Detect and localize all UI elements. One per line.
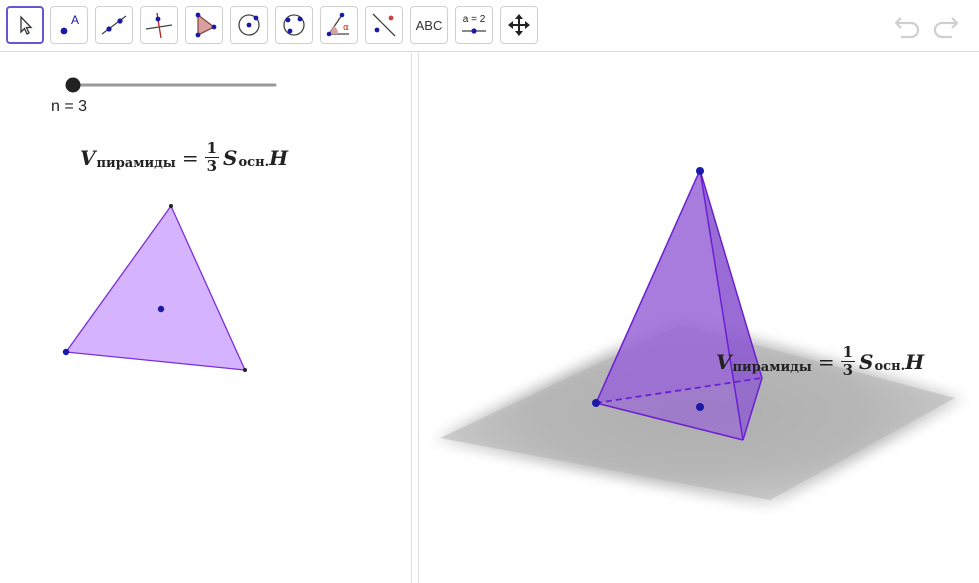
svg-text:α: α [343,23,349,33]
angle-tool-button[interactable]: α [320,6,358,44]
graphics-view-3d[interactable] [419,53,979,583]
svg-text:A: A [71,13,79,27]
reflect-about-line-icon [372,13,396,37]
polygon-tool-button[interactable] [185,6,223,44]
base-vertex-point [592,399,600,407]
circle-tool-button[interactable] [230,6,268,44]
slider-label: n = 3 [51,98,88,115]
text-tool-button[interactable]: ABC [410,6,448,44]
volume-formula-3d: Vпирамиды = 13 Sосн. H [716,343,925,379]
move-tool-button[interactable] [6,6,44,44]
undo-icon[interactable] [893,12,923,40]
graphics-view-2d[interactable] [0,53,411,583]
n-slider[interactable] [60,74,280,96]
circle-three-points-icon [283,14,305,36]
apex-point [696,167,704,175]
arrow-cursor-icon [20,15,33,35]
angle-icon: α [326,12,349,37]
reflect-tool-button[interactable] [365,6,403,44]
point-icon: A [60,13,79,35]
pyramid-3d-scene [428,167,968,508]
perpendicular-line-tool-button[interactable] [140,6,178,44]
circle-three-points-tool-button[interactable] [275,6,313,44]
redo-icon[interactable] [930,12,960,40]
base-center-point [696,403,704,411]
slider-handle[interactable] [65,77,81,93]
polygon-icon [195,12,217,38]
svg-text:a = 2: a = 2 [463,14,486,25]
volume-formula: Vпирамиды = 13 Sосн. H [80,139,289,175]
slider-tool-button[interactable]: a = 2 [455,6,493,44]
move-graphics-view-tool-button[interactable] [500,6,538,44]
view-divider[interactable] [411,53,419,583]
text-icon: ABC [415,17,443,33]
toolbar: A α ABC a = 2 [0,0,979,52]
circle-center-point-icon [238,14,260,36]
point-tool-button[interactable]: A [50,6,88,44]
perpendicular-line-icon [145,12,173,39]
line-through-points-icon [101,15,127,35]
line-tool-button[interactable] [95,6,133,44]
slider-icon: a = 2 [462,14,486,34]
move-arrows-icon [508,14,530,36]
